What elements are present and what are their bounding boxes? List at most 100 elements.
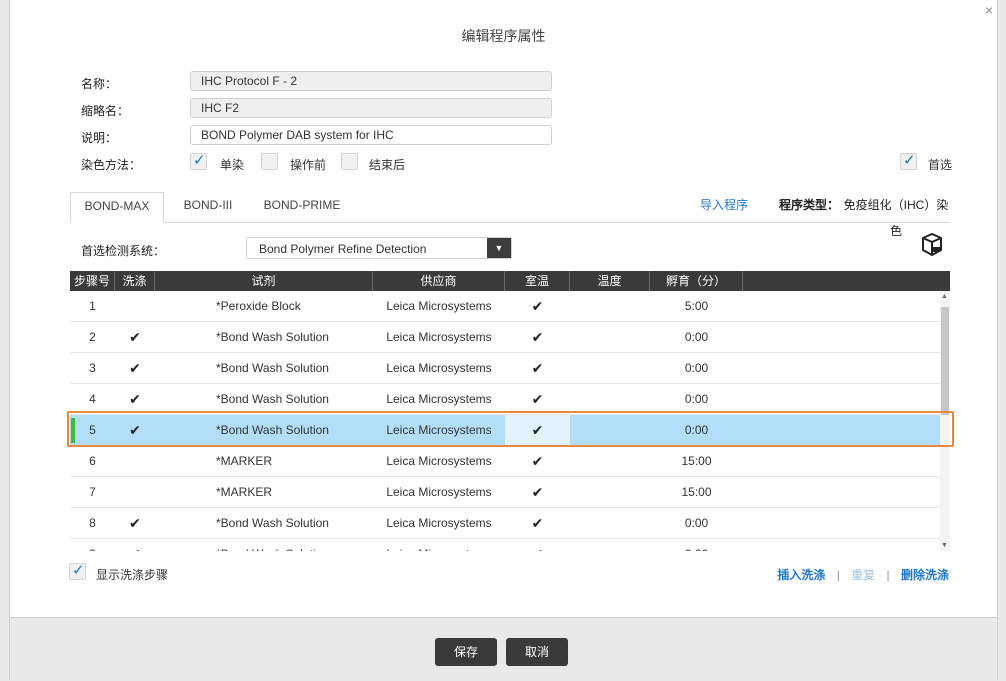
temperature-cell xyxy=(570,446,650,476)
stain-option-label: 操作前 xyxy=(290,158,327,172)
table-body: 1 *Peroxide Block Leica Microsystems ✔ 5:00 2… xyxy=(70,291,940,551)
supplier-cell: Leica Microsystems xyxy=(386,361,492,375)
step-cell: 7 xyxy=(89,485,96,499)
wash-cell xyxy=(115,291,155,321)
show-wash-label: 显示洗涤步骤 xyxy=(96,568,169,582)
supplier-cell: Leica Microsystems xyxy=(386,516,492,530)
table-row[interactable]: 8 ✔ *Bond Wash Solution Leica Microsystems ✔… xyxy=(70,508,940,539)
reagent-cell: *Bond Wash Solution xyxy=(216,539,376,551)
checkmark-icon: ✓ xyxy=(903,152,916,169)
table-row[interactable]: 1 *Peroxide Block Leica Microsystems ✔ 5:00 xyxy=(70,291,940,322)
supplier-cell: Leica Microsystems xyxy=(373,539,505,551)
table-row[interactable]: 5 ✔ *Bond Wash Solution Leica Microsystems ✔… xyxy=(70,415,940,446)
temperature-cell xyxy=(570,477,650,507)
close-icon[interactable]: × xyxy=(985,2,993,18)
cancel-button[interactable]: 取消 xyxy=(506,638,568,666)
stain-option-checkbox[interactable]: ✓ xyxy=(190,152,207,170)
header-supplier[interactable]: 供应商 xyxy=(373,271,505,291)
table-row[interactable]: 7 *MARKER Leica Microsystems ✔ 15:00 xyxy=(70,477,940,508)
header-step[interactable]: 步骤号 xyxy=(70,271,115,291)
incubation-cell: 15:00 xyxy=(681,485,712,499)
table-row[interactable]: 3 ✔ *Bond Wash Solution Leica Microsystems ✔… xyxy=(70,353,940,384)
edit-protocol-dialog: × 编辑程序属性 名称： 缩略名： 说明： 染色方法： ✓单染操作前结束后 ✓ … xyxy=(9,0,998,681)
preferred-checkbox[interactable]: ✓ xyxy=(900,152,917,170)
incubation-cell: 0:00 xyxy=(684,361,709,375)
step-cell: 5 xyxy=(89,423,96,437)
room-temp-cell: ✔ xyxy=(531,298,544,314)
step-cell: 4 xyxy=(89,392,96,406)
import-protocol-link[interactable]: 导入程序 xyxy=(698,192,750,222)
room-temp-cell: ✔ xyxy=(505,415,570,445)
wash-cell: ✔ xyxy=(129,422,141,438)
room-temp-cell: ✔ xyxy=(505,539,570,551)
temperature-cell xyxy=(570,508,650,538)
incubation-cell: 15:00 xyxy=(681,454,712,468)
table-header: 步骤号 洗涤 试剂 供应商 室温 温度 孵育（分） xyxy=(70,271,950,291)
step-cell: 6 xyxy=(89,454,96,468)
separator: | xyxy=(886,568,890,582)
dialog-title: 编辑程序属性 xyxy=(461,28,546,44)
temperature-cell xyxy=(570,384,650,414)
staining-method-label: 染色方法： xyxy=(81,158,142,172)
step-cell: 8 xyxy=(89,516,96,530)
abbreviation-field[interactable] xyxy=(190,98,552,118)
delete-wash-link[interactable]: 删除洗涤 xyxy=(901,568,949,582)
header-wash[interactable]: 洗涤 xyxy=(115,271,155,291)
show-wash-checkbox[interactable]: ✓ xyxy=(69,562,86,580)
save-button[interactable]: 保存 xyxy=(435,638,497,666)
header-reagent[interactable]: 试剂 xyxy=(155,271,373,291)
reagent-cell: *MARKER xyxy=(216,454,273,468)
temperature-cell xyxy=(570,322,650,352)
checkmark-icon: ✓ xyxy=(72,562,85,579)
description-field[interactable] xyxy=(190,125,552,145)
chevron-down-icon[interactable]: ▼ xyxy=(487,238,511,258)
header-temperature[interactable]: 温度 xyxy=(570,271,650,291)
detection-system-select[interactable]: Bond Polymer Refine Detection ▼ xyxy=(246,237,512,259)
wash-actions: 插入洗涤 | 重复 | 删除洗涤 xyxy=(777,566,949,583)
header-room-temp[interactable]: 室温 xyxy=(505,271,570,291)
scroll-down-icon[interactable]: ▼ xyxy=(941,542,948,549)
table-scrollbar[interactable]: ▲ ▼ xyxy=(940,291,950,551)
step-cell: 1 xyxy=(89,299,96,313)
reagent-cell: *Bond Wash Solution xyxy=(216,423,329,437)
table-row[interactable]: 6 *MARKER Leica Microsystems ✔ 15:00 xyxy=(70,446,940,477)
repeat-link[interactable]: 重复 xyxy=(851,568,875,582)
stain-option-label: 单染 xyxy=(220,158,245,172)
wash-cell xyxy=(115,446,155,476)
reagent-cell: *Peroxide Block xyxy=(216,299,301,313)
temperature-cell xyxy=(570,291,650,321)
incubation-cell: 0:00 xyxy=(684,330,709,344)
reagent-cell: *MARKER xyxy=(216,485,273,499)
selected-row-indicator xyxy=(71,418,75,443)
wash-cell: ✔ xyxy=(115,539,155,551)
incubation-cell: 0:00 xyxy=(684,516,709,530)
supplier-cell: Leica Microsystems xyxy=(386,485,492,499)
tab-bond-iii[interactable]: BOND-III xyxy=(180,192,236,222)
tab-bond-prime[interactable]: BOND-PRIME xyxy=(260,192,344,222)
reagent-cell: *Bond Wash Solution xyxy=(216,516,329,530)
dialog-footer: 保存 取消 xyxy=(10,617,997,681)
room-temp-cell: ✔ xyxy=(531,453,544,469)
stain-option-checkbox[interactable] xyxy=(341,153,358,170)
temperature-cell xyxy=(570,539,650,551)
protocol-steps-table: 步骤号 洗涤 试剂 供应商 室温 温度 孵育（分） 1 *Peroxide Blo… xyxy=(70,271,950,551)
table-row[interactable]: 4 ✔ *Bond Wash Solution Leica Microsystems ✔… xyxy=(70,384,940,415)
wash-cell: ✔ xyxy=(129,515,141,531)
step-cell: 3 xyxy=(89,361,96,375)
preferred-label: 首选 xyxy=(928,158,953,172)
scroll-up-icon[interactable]: ▲ xyxy=(941,293,948,300)
table-row[interactable]: 2 ✔ *Bond Wash Solution Leica Microsystems ✔… xyxy=(70,322,940,353)
name-field[interactable] xyxy=(190,71,552,91)
scrollbar-thumb[interactable] xyxy=(941,307,949,415)
stain-option-checkbox[interactable] xyxy=(261,153,278,170)
detection-system-label: 首选检测系统： xyxy=(81,244,166,258)
wash-cell: ✔ xyxy=(129,391,141,407)
protocol-type-label: 程序类型： xyxy=(778,198,839,212)
room-temp-cell: ✔ xyxy=(531,360,544,376)
insert-wash-link[interactable]: 插入洗涤 xyxy=(777,568,825,582)
table-row[interactable]: 9✔*Bond Wash SolutionLeica Microsystems✔… xyxy=(70,539,940,551)
protocol-type-value: 免疫组化（IHC）染色 xyxy=(843,198,949,238)
header-incubation[interactable]: 孵育（分） xyxy=(650,271,743,291)
tab-bond-max[interactable]: BOND-MAX xyxy=(70,192,164,223)
print-icon[interactable] xyxy=(920,232,944,258)
